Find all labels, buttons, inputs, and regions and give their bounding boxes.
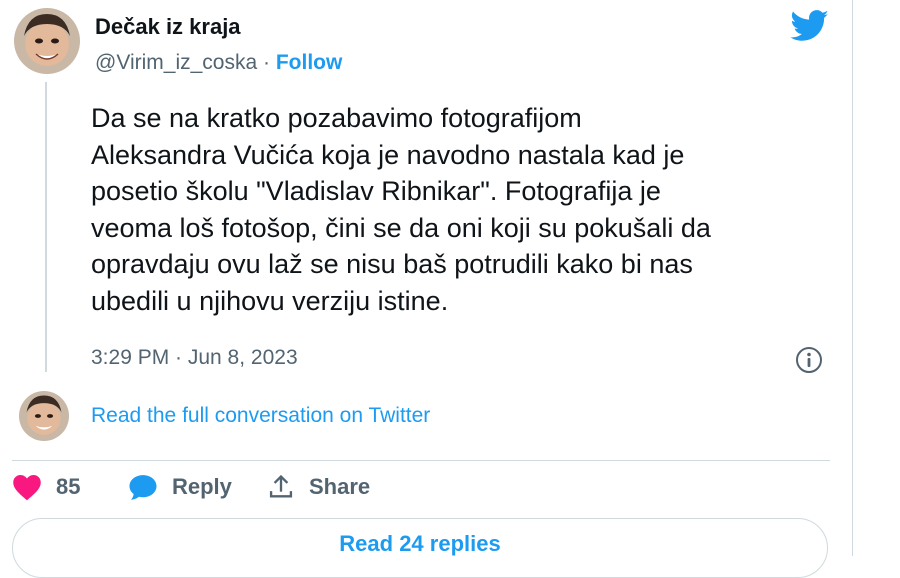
thread-line (45, 82, 47, 372)
follow-link[interactable]: Follow (276, 51, 343, 74)
tweet-text: Da se na kratko pozabavimo fotografijom … (91, 103, 711, 316)
action-bar: 85 Reply Share (12, 470, 512, 504)
page-gutter (853, 0, 900, 556)
reply-label: Reply (172, 474, 232, 499)
divider (12, 460, 830, 461)
tweet-timestamp[interactable]: 3:29 PM · Jun 8, 2023 (91, 346, 298, 370)
tweet-embed-card: Dečak iz kraja @Virim_iz_coska · Follow … (0, 0, 853, 578)
share-icon (267, 473, 295, 501)
separator-dot: · (257, 51, 276, 74)
like-count: 85 (56, 474, 81, 499)
reply-button[interactable]: Reply (128, 470, 232, 504)
read-conversation-link[interactable]: Read the full conversation on Twitter (91, 404, 430, 428)
reply-bubble-icon (128, 473, 158, 501)
author-display-name[interactable]: Dečak iz kraja (95, 14, 241, 40)
reply-avatar[interactable] (19, 391, 69, 441)
author-handle[interactable]: @Virim_iz_coska (95, 51, 257, 74)
heart-icon (12, 473, 42, 501)
author-handle-row: @Virim_iz_coska · Follow (95, 51, 342, 75)
twitter-bird-icon[interactable] (790, 10, 830, 42)
share-label: Share (309, 474, 371, 499)
read-replies-label: Read 24 replies (339, 531, 501, 556)
share-button[interactable]: Share (267, 470, 370, 504)
read-replies-button[interactable]: Read 24 replies (12, 518, 828, 578)
like-button[interactable]: 85 (12, 470, 80, 504)
avatar[interactable] (14, 8, 80, 74)
info-icon[interactable] (795, 346, 823, 374)
